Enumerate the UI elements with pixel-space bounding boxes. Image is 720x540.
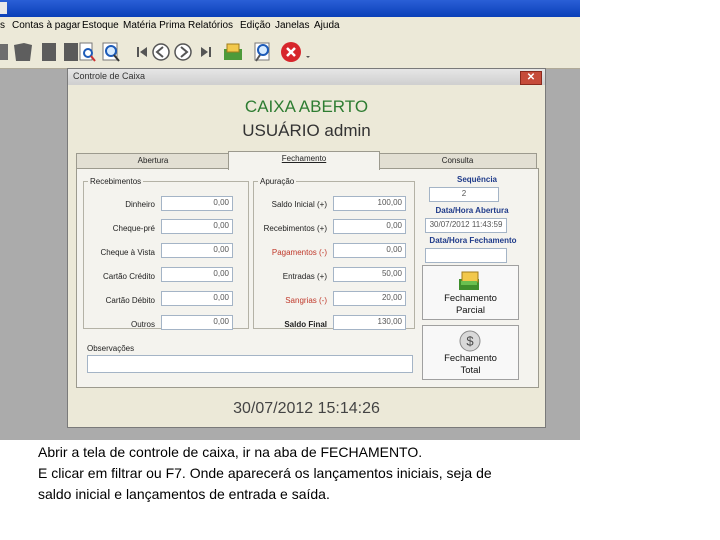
book-icon[interactable] [12, 41, 34, 63]
tab-consulta[interactable]: Consulta [378, 153, 537, 169]
fechamento-panel: Recebimentos Dinheiro 0,00 Cheque-pré 0,… [76, 168, 539, 388]
menu-bar: s Contas à pagar Estoque Matéria Prima R… [0, 17, 580, 36]
saldo-final-label: Saldo Final [284, 320, 327, 329]
user-heading: USUÁRIO admin [242, 121, 371, 140]
dinheiro-field[interactable]: 0,00 [161, 196, 233, 211]
apuracao-legend: Apuração [260, 177, 295, 186]
entradas-field[interactable]: 50,00 [333, 267, 406, 282]
parcial-line2: Parcial [455, 305, 486, 316]
search-icon[interactable] [100, 41, 122, 63]
menu-janelas[interactable]: Janelas [275, 20, 309, 31]
pagamentos-label: Pagamentos (-) [271, 248, 327, 257]
menu-left-cut[interactable]: s [0, 20, 5, 31]
money-icon[interactable] [222, 41, 244, 63]
menu-relatorios[interactable]: Relatórios [188, 20, 233, 31]
last-icon[interactable] [194, 41, 216, 63]
tab-fechamento[interactable]: Fechamento [228, 151, 380, 170]
dialog-title: Controle de Caixa [73, 71, 146, 81]
cartao-credito-label: Cartão Crédito [102, 272, 155, 281]
instruction-caption: Abrir a tela de controle de caixa, ir na… [38, 442, 598, 505]
menu-ajuda[interactable]: Ajuda [314, 20, 340, 31]
saldo-inicial-label: Saldo Inicial (+) [271, 200, 327, 209]
caixa-status-heading: CAIXA ABERTO [244, 97, 369, 116]
toolbar [0, 36, 580, 69]
chevron-down-icon[interactable] [303, 41, 313, 63]
saldo-inicial-field[interactable]: 100,00 [333, 196, 406, 211]
entradas-label: Entradas (+) [282, 272, 327, 281]
zoom-icon[interactable] [252, 41, 274, 63]
binder-icon[interactable] [38, 41, 60, 63]
next-icon[interactable] [172, 41, 194, 63]
recebimentos-legend: Recebimentos [90, 177, 142, 186]
observacoes-field[interactable] [87, 355, 413, 373]
sequencia-field[interactable]: 2 [429, 187, 499, 202]
fechamento-total-button[interactable]: $ Fechamento Total [422, 325, 519, 380]
cartao-debito-field[interactable]: 0,00 [161, 291, 233, 306]
dinheiro-label: Dinheiro [125, 200, 155, 209]
menu-contas-a-pagar[interactable]: Contas à pagar [12, 20, 80, 31]
fechamento-field[interactable] [425, 248, 507, 263]
caption-line-2: E clicar em filtrar ou F7. Onde aparecer… [38, 465, 492, 481]
caption-line-3: saldo inicial e lançamentos de entrada e… [38, 486, 330, 502]
fechamento-parcial-button[interactable]: Fechamento Parcial [422, 265, 519, 320]
close-icon[interactable] [280, 41, 302, 63]
svg-text:$: $ [466, 334, 474, 349]
total-line1: Fechamento [444, 353, 497, 364]
parcial-line1: Fechamento [444, 293, 497, 304]
menu-estoque[interactable]: Estoque [82, 20, 119, 31]
recebimentos-label: Recebimentos (+) [263, 224, 327, 233]
total-line2: Total [460, 365, 481, 376]
cheque-pre-field[interactable]: 0,00 [161, 219, 233, 234]
sequencia-label: Sequência [456, 175, 497, 184]
dollar-coin-icon: $ [459, 330, 481, 352]
recebimentos-field[interactable]: 0,00 [333, 219, 406, 234]
abertura-field[interactable]: 30/07/2012 11:43:59 [425, 218, 507, 233]
dialog-close-button[interactable]: ✕ [520, 71, 542, 85]
sangrias-label: Sangrias (-) [285, 296, 327, 305]
screenshot-area: s Contas à pagar Estoque Matéria Prima R… [0, 0, 580, 440]
prev-icon[interactable] [150, 41, 172, 63]
fechamento-label: Data/Hora Fechamento [429, 236, 517, 245]
caption-line-1: Abrir a tela de controle de caixa, ir na… [38, 444, 423, 460]
saldo-final-field[interactable]: 130,00 [333, 315, 406, 330]
cheque-pre-label: Cheque-pré [112, 224, 155, 233]
cartao-credito-field[interactable]: 0,00 [161, 267, 233, 282]
cheque-vista-field[interactable]: 0,00 [161, 243, 233, 258]
observacoes-label: Observações [87, 344, 135, 353]
menu-materia-prima[interactable]: Matéria Prima [123, 20, 185, 31]
caixa-dialog: Controle de Caixa ✕ CAIXA ABERTO USUÁRIO… [67, 68, 546, 428]
menu-edicao[interactable]: Edição [240, 20, 271, 31]
outros-label: Outros [130, 320, 155, 329]
pagamentos-field[interactable]: 0,00 [333, 243, 406, 258]
abertura-label: Data/Hora Abertura [435, 206, 509, 215]
sangrias-field[interactable]: 20,00 [333, 291, 406, 306]
tab-abertura[interactable]: Abertura [76, 153, 230, 169]
cheque-vista-label: Cheque à Vista [100, 248, 155, 257]
app-title-bar [0, 0, 580, 17]
app-icon [0, 2, 7, 14]
cartao-debito-label: Cartão Débito [105, 296, 155, 305]
outros-field[interactable]: 0,00 [161, 315, 233, 330]
find-doc-icon[interactable] [76, 41, 98, 63]
current-datetime: 30/07/2012 15:14:26 [233, 400, 380, 417]
dialog-title-bar: Controle de Caixa ✕ [68, 69, 545, 85]
money-stack-icon [459, 271, 479, 290]
